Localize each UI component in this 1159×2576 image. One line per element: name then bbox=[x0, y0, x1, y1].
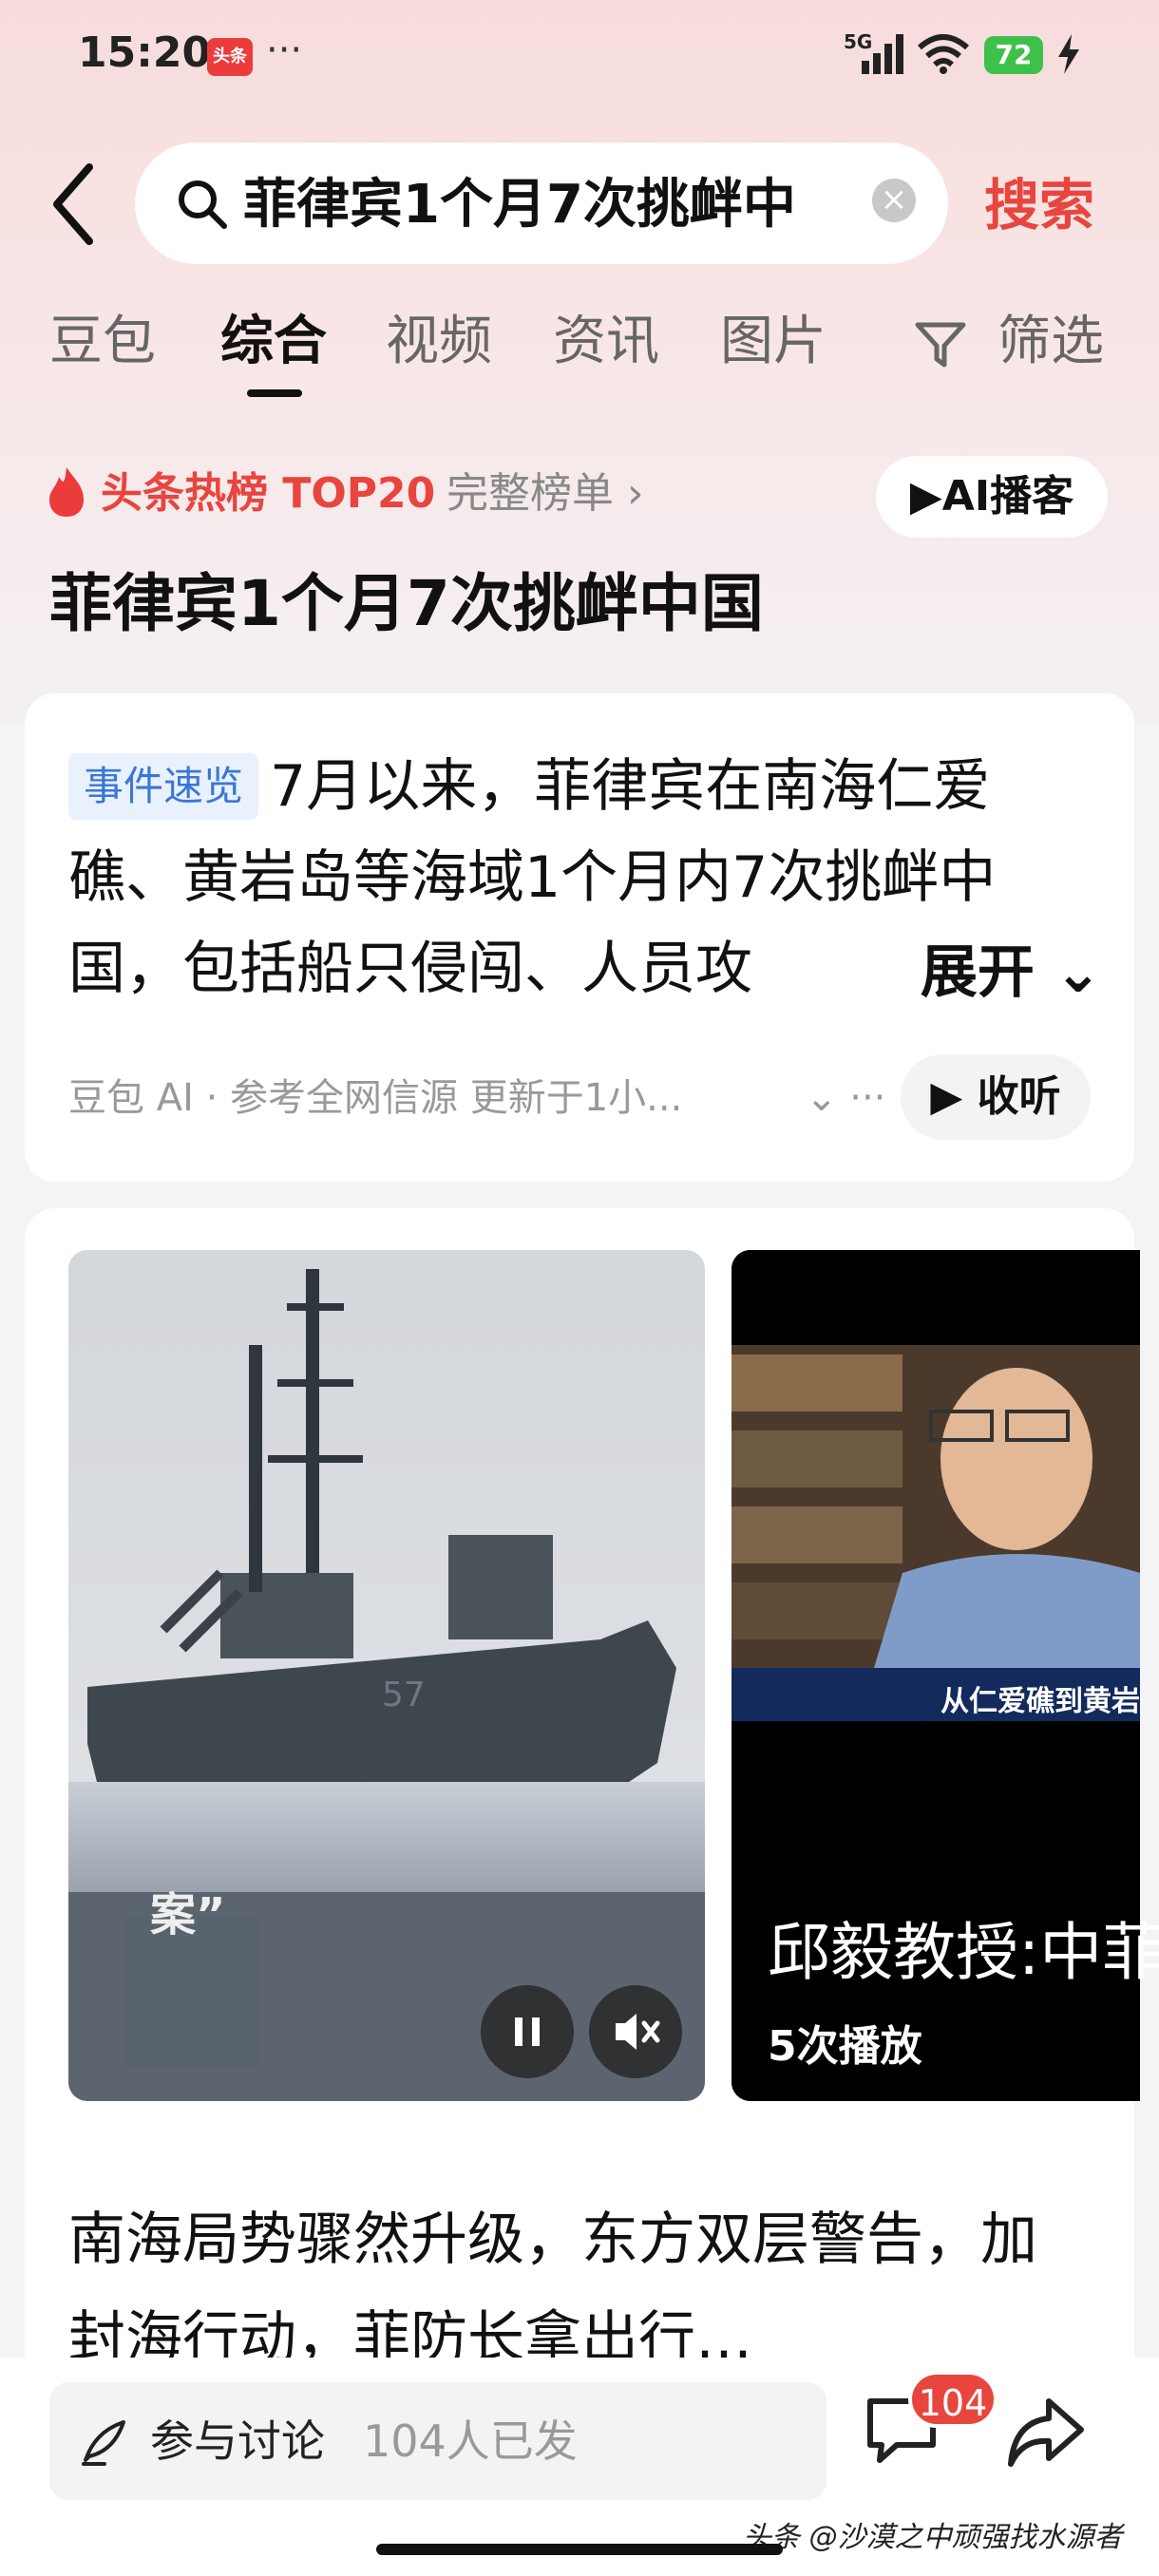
hot-list-label[interactable]: 头条热榜 TOP20 bbox=[101, 467, 435, 521]
back-arrow-icon[interactable] bbox=[48, 161, 101, 247]
topic-title[interactable]: 菲律宾1个月7次挑衅中国 bbox=[49, 557, 764, 652]
full-list-link[interactable]: 完整榜单 › bbox=[446, 467, 644, 521]
share-icon[interactable] bbox=[1005, 2394, 1085, 2470]
tab-overall[interactable]: 综合 bbox=[220, 302, 327, 382]
watermark: 头条 @沙漠之中顽强找水源者 bbox=[743, 2521, 1123, 2554]
signal-icon bbox=[862, 34, 903, 74]
filter-icon[interactable] bbox=[914, 319, 967, 370]
status-time: 15:20 bbox=[78, 28, 212, 77]
listen-button[interactable]: ▶ 收听 bbox=[901, 1054, 1091, 1140]
pause-button[interactable] bbox=[481, 1985, 574, 2078]
wifi-icon bbox=[918, 34, 969, 74]
status-more-icon: ··· bbox=[266, 28, 303, 72]
search-icon bbox=[179, 180, 227, 229]
mute-button[interactable] bbox=[589, 1985, 682, 2078]
event-summary-tag: 事件速览 bbox=[68, 753, 259, 820]
tab-doubao[interactable]: 豆包 bbox=[49, 302, 156, 382]
active-tab-indicator bbox=[247, 389, 302, 397]
charging-bolt-icon bbox=[1058, 34, 1079, 74]
tab-images[interactable]: 图片 bbox=[720, 302, 826, 382]
ship-video-frame: 57 bbox=[68, 1250, 705, 2101]
tab-video[interactable]: 视频 bbox=[386, 302, 492, 382]
battery-icon: 72 bbox=[984, 36, 1043, 74]
video-title[interactable]: 邱毅教授:中菲 bbox=[768, 1905, 1159, 2000]
discussion-count: 104人已发 bbox=[363, 2415, 578, 2467]
video-overlay-text: 案” bbox=[150, 1888, 226, 1941]
toutiao-app-icon: 头条 bbox=[207, 38, 253, 76]
ai-podcast-button[interactable]: ▶AI播客 bbox=[876, 456, 1108, 538]
video-player-ship[interactable]: 57 案” bbox=[68, 1250, 705, 2101]
home-indicator[interactable] bbox=[376, 2544, 783, 2555]
tab-news[interactable]: 资讯 bbox=[553, 302, 659, 382]
expand-button[interactable]: 展开 ⌄ bbox=[884, 927, 1102, 1018]
source-more-icon[interactable]: ⌄ ··· bbox=[806, 1070, 885, 1127]
mute-icon bbox=[616, 2014, 660, 2050]
flame-icon bbox=[49, 467, 84, 517]
tab-filter[interactable]: 筛选 bbox=[998, 302, 1104, 382]
pause-icon bbox=[515, 2017, 540, 2046]
svg-text:57: 57 bbox=[382, 1676, 426, 1714]
search-input[interactable] bbox=[243, 160, 842, 251]
clear-search-icon[interactable]: × bbox=[872, 179, 916, 222]
video-caption: 从仁爱礁到黄岩岛 bbox=[940, 1685, 1140, 1718]
pen-icon bbox=[82, 2420, 125, 2466]
comment-count-badge: 104 bbox=[908, 2371, 998, 2428]
video-play-count: 5次播放 bbox=[768, 2022, 922, 2071]
join-discussion-label: 参与讨论 bbox=[150, 2415, 325, 2467]
search-button[interactable]: 搜索 bbox=[984, 160, 1094, 251]
summary-source: 豆包 AI · 参考全网信源 更新于1小... bbox=[68, 1076, 683, 1120]
